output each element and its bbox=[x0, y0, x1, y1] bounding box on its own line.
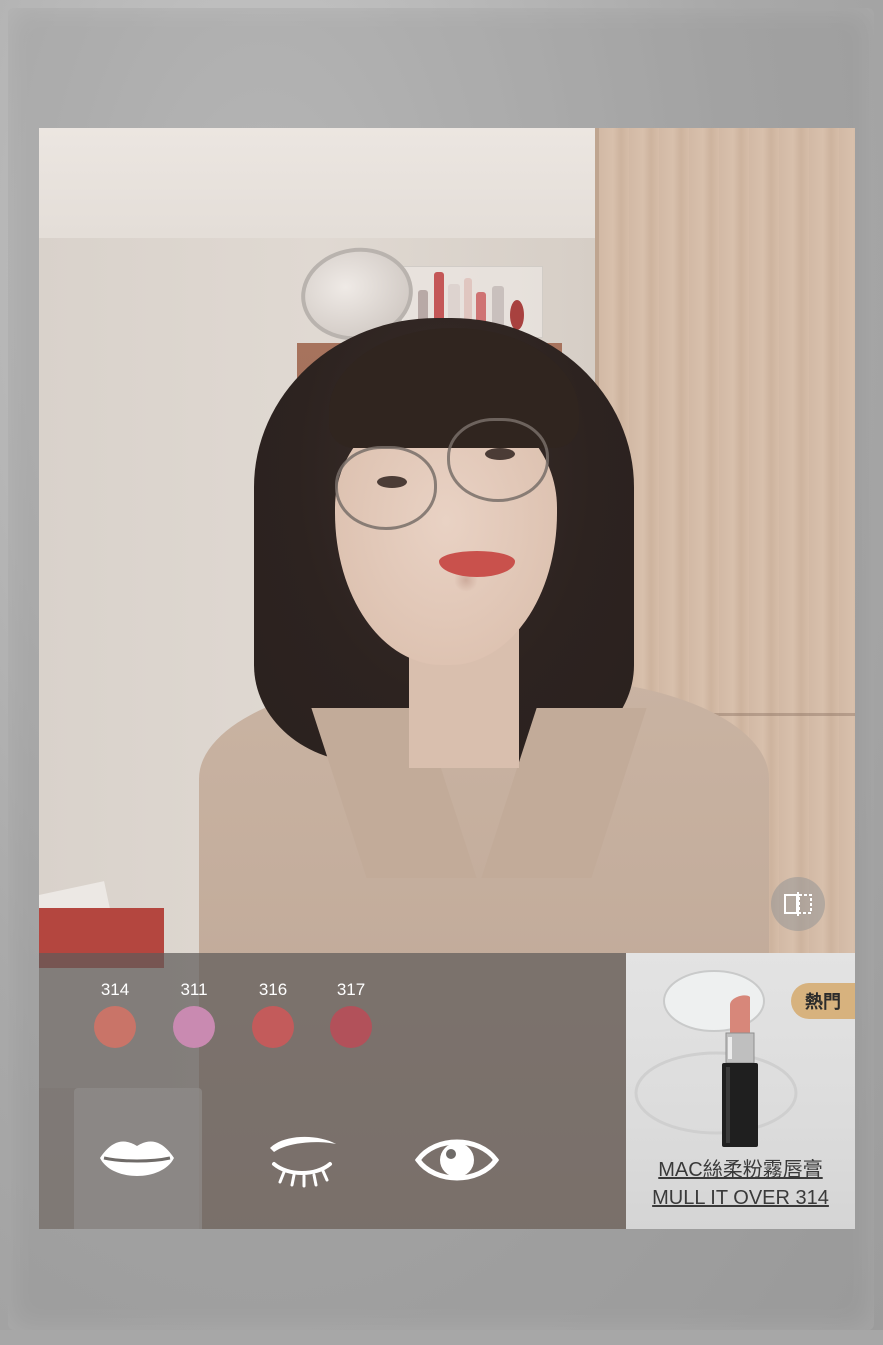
hot-badge: 熱門 bbox=[791, 983, 855, 1019]
shade-code: 311 bbox=[180, 980, 208, 999]
category-eyebrow-button[interactable] bbox=[260, 1128, 344, 1192]
category-eye-button[interactable] bbox=[410, 1128, 504, 1192]
product-card[interactable]: 熱門 MAC絲柔粉霧唇膏 MULL IT OVER 314 bbox=[626, 953, 855, 1229]
shade-code: 314 bbox=[100, 980, 130, 999]
shade-swatch-314[interactable]: 314 bbox=[85, 980, 145, 1048]
shade-swatch-311[interactable]: 311 bbox=[164, 980, 224, 1048]
lips-icon bbox=[100, 1141, 174, 1176]
shade-color bbox=[252, 1006, 294, 1048]
eye-icon bbox=[415, 1139, 499, 1181]
shade-code: 317 bbox=[336, 980, 366, 999]
shade-color bbox=[94, 1006, 136, 1048]
lipstick-icon bbox=[722, 995, 758, 1147]
category-lips-button[interactable] bbox=[92, 1128, 182, 1192]
product-name: MAC絲柔粉霧唇膏 MULL IT OVER 314 bbox=[626, 1156, 855, 1212]
shade-swatch-317[interactable]: 317 bbox=[321, 980, 381, 1048]
split-compare-icon bbox=[784, 892, 812, 916]
product-name-line2: MULL IT OVER 314 bbox=[652, 1187, 829, 1209]
glasses-left-lens bbox=[335, 446, 437, 530]
app-screen: 314 311 316 317 熱門 MAC絲柔粉霧唇膏 MULL IT OVE… bbox=[0, 0, 883, 1345]
shade-swatch-316[interactable]: 316 bbox=[243, 980, 303, 1048]
product-name-line1: MAC絲柔粉霧唇膏 bbox=[658, 1159, 823, 1181]
bottom-edge bbox=[0, 1330, 883, 1345]
eyebrow-icon bbox=[270, 1136, 336, 1188]
cosmetic-bottles bbox=[414, 210, 544, 330]
split-view-button[interactable] bbox=[771, 877, 825, 931]
shade-color bbox=[173, 1006, 215, 1048]
shade-color bbox=[330, 1006, 372, 1048]
glasses-right-lens bbox=[447, 418, 549, 502]
shade-code: 316 bbox=[258, 980, 288, 999]
